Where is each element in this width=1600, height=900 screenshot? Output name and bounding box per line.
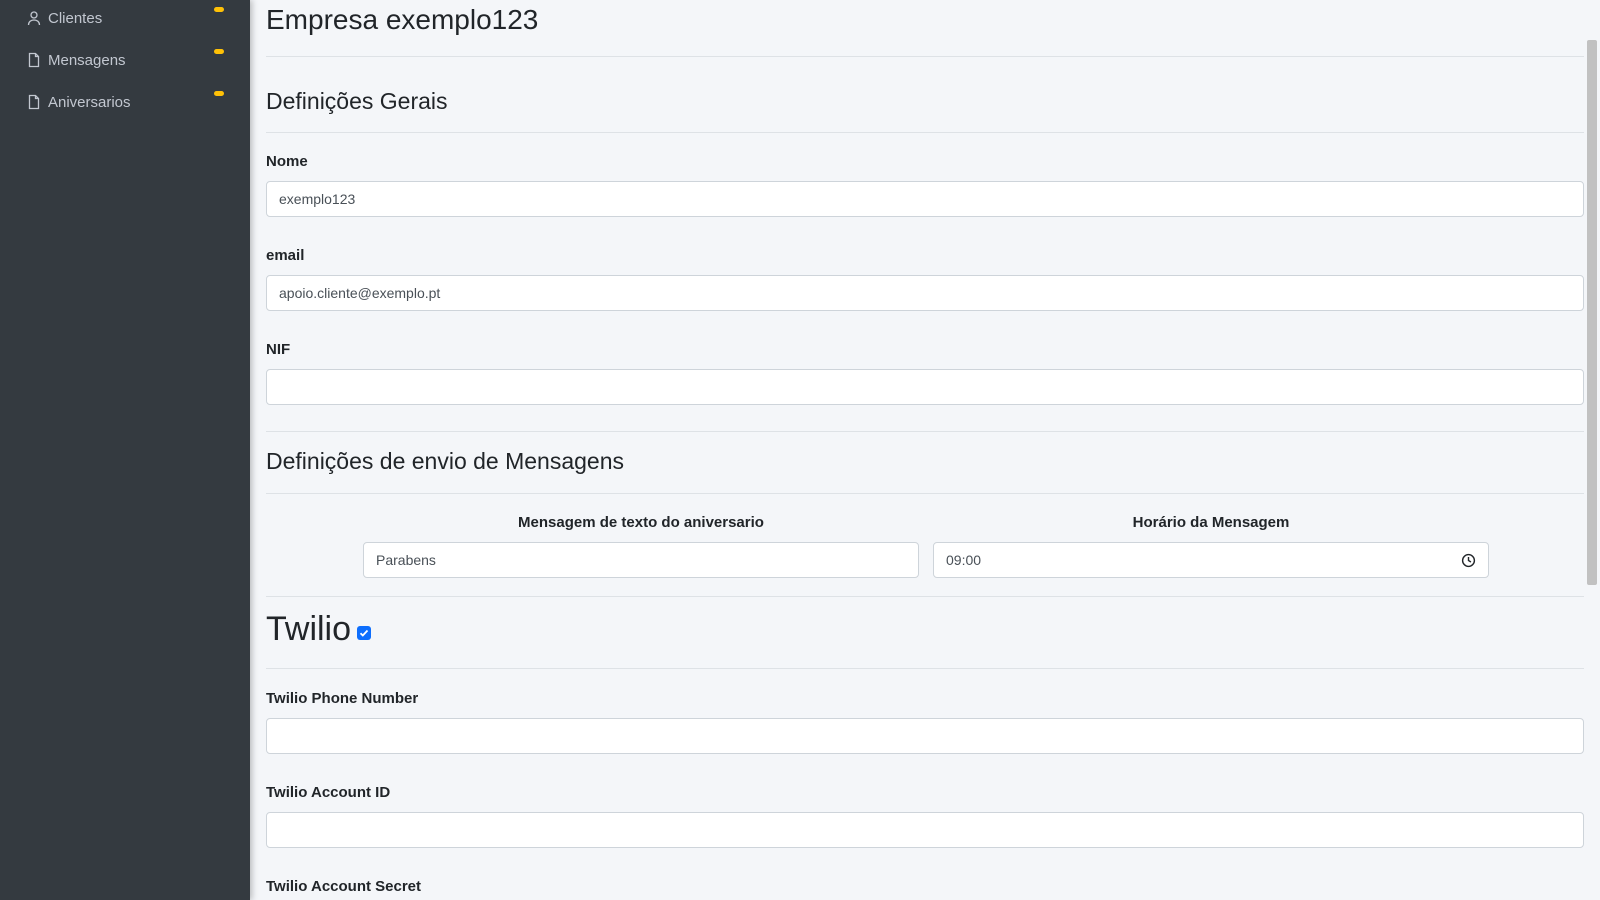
twilio-account-secret-label: Twilio Account Secret [266,878,422,895]
twilio-enabled-checkbox[interactable] [357,625,372,640]
sidebar-item-clientes[interactable]: Clientes [26,0,226,38]
email-label: email [266,247,305,264]
scrollbar[interactable] [1584,0,1600,900]
message-time-field[interactable]: 09:00 [933,542,1489,578]
sidebar-item-mensagens[interactable]: Mensagens [26,40,226,80]
status-badge [214,49,224,54]
nome-field[interactable] [266,181,1584,217]
twilio-title-text: Twilio [266,610,352,648]
nome-label: Nome [266,153,308,170]
message-text-label: Mensagem de texto do aniversario [518,514,764,531]
sidebar-item-aniversarios[interactable]: Aniversarios [26,82,226,122]
divider [266,431,1586,432]
divider [266,493,1586,494]
sidebar: Clientes Mensagens Aniversarios [0,0,250,900]
divider [266,132,1586,133]
nif-label: NIF [266,341,291,358]
sidebar-item-label: Mensagens [48,51,126,69]
twilio-phone-field[interactable] [266,718,1584,754]
twilio-account-id-label: Twilio Account ID [266,784,391,801]
clock-icon[interactable] [1461,553,1476,568]
page-title: Empresa exemplo123 [266,4,539,35]
divider [266,668,1586,669]
sidebar-item-label: Aniversarios [48,93,131,111]
section-title-general: Definições Gerais [266,88,448,114]
file-icon [26,94,42,110]
status-badge [214,91,224,96]
birthday-message-field[interactable] [363,542,919,578]
sidebar-item-label: Clientes [48,9,103,27]
section-title-messages: Definições de envio de Mensagens [266,448,625,474]
scrollbar-thumb[interactable] [1587,40,1597,585]
main-content: Empresa exemplo123 Definições Gerais Nom… [266,0,1586,900]
status-badge [214,7,224,12]
twilio-phone-label: Twilio Phone Number [266,690,419,707]
section-title-twilio: Twilio [266,610,372,649]
user-icon [26,10,42,26]
time-value: 09:00 [946,552,982,568]
message-time-label: Horário da Mensagem [1132,514,1290,531]
nif-field[interactable] [266,369,1584,405]
file-icon [26,52,42,68]
twilio-account-id-field[interactable] [266,812,1584,848]
divider [266,596,1586,597]
divider [266,56,1586,57]
email-field[interactable] [266,275,1584,311]
